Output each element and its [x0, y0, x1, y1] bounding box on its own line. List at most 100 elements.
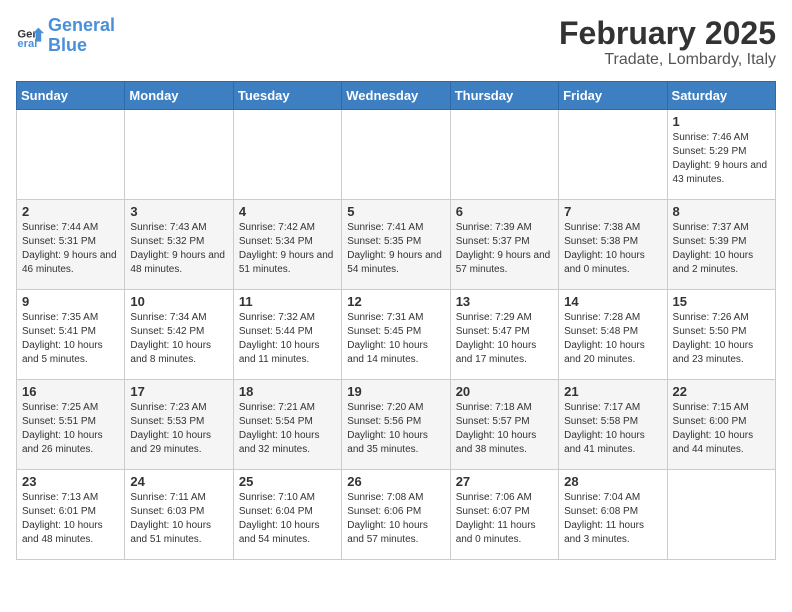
day-info: Sunrise: 7:43 AM Sunset: 5:32 PM Dayligh… [130, 221, 227, 277]
day-info: Sunrise: 7:26 AM Sunset: 5:50 PM Dayligh… [673, 311, 770, 367]
day-info: Sunrise: 7:28 AM Sunset: 5:48 PM Dayligh… [564, 311, 661, 367]
day-cell [667, 470, 775, 560]
day-info: Sunrise: 7:46 AM Sunset: 5:29 PM Dayligh… [673, 131, 770, 187]
day-number: 1 [673, 114, 770, 129]
day-cell: 19 Sunrise: 7:20 AM Sunset: 5:56 PM Dayli… [342, 380, 450, 470]
day-cell: 28 Sunrise: 7:04 AM Sunset: 6:08 PM Dayli… [559, 470, 667, 560]
day-number: 22 [673, 384, 770, 399]
day-info: Sunrise: 7:42 AM Sunset: 5:34 PM Dayligh… [239, 221, 336, 277]
day-cell: 27 Sunrise: 7:06 AM Sunset: 6:07 PM Dayli… [450, 470, 558, 560]
day-cell: 23 Sunrise: 7:13 AM Sunset: 6:01 PM Dayli… [17, 470, 125, 560]
day-cell: 6Sunrise: 7:39 AM Sunset: 5:37 PM Daylig… [450, 200, 558, 290]
day-info: Sunrise: 7:20 AM Sunset: 5:56 PM Dayligh… [347, 401, 444, 457]
day-info: Sunrise: 7:37 AM Sunset: 5:39 PM Dayligh… [673, 221, 770, 277]
day-cell: 20 Sunrise: 7:18 AM Sunset: 5:57 PM Dayli… [450, 380, 558, 470]
day-header-saturday: Saturday [667, 82, 775, 110]
day-number: 19 [347, 384, 444, 399]
day-cell: 17 Sunrise: 7:23 AM Sunset: 5:53 PM Dayli… [125, 380, 233, 470]
day-number: 7 [564, 204, 661, 219]
logo-icon: Gen eral [16, 22, 44, 50]
day-number: 16 [22, 384, 119, 399]
day-cell [342, 110, 450, 200]
day-header-thursday: Thursday [450, 82, 558, 110]
day-number: 21 [564, 384, 661, 399]
day-info: Sunrise: 7:25 AM Sunset: 5:51 PM Dayligh… [22, 401, 119, 457]
logo: Gen eral General Blue [16, 16, 115, 56]
day-cell: 5 Sunrise: 7:41 AM Sunset: 5:35 PM Daylig… [342, 200, 450, 290]
day-number: 9 [22, 294, 119, 309]
day-cell: 11Sunrise: 7:32 AM Sunset: 5:44 PM Dayli… [233, 290, 341, 380]
month-title: February 2025 [559, 16, 776, 51]
day-cell: 16 Sunrise: 7:25 AM Sunset: 5:51 PM Dayli… [17, 380, 125, 470]
day-info: Sunrise: 7:38 AM Sunset: 5:38 PM Dayligh… [564, 221, 661, 277]
svg-text:eral: eral [17, 38, 37, 50]
day-number: 17 [130, 384, 227, 399]
day-info: Sunrise: 7:35 AM Sunset: 5:41 PM Dayligh… [22, 311, 119, 367]
day-number: 4 [239, 204, 336, 219]
day-info: Sunrise: 7:41 AM Sunset: 5:35 PM Dayligh… [347, 221, 444, 277]
day-number: 5 [347, 204, 444, 219]
day-number: 24 [130, 474, 227, 489]
day-info: Sunrise: 7:17 AM Sunset: 5:58 PM Dayligh… [564, 401, 661, 457]
day-cell: 26 Sunrise: 7:08 AM Sunset: 6:06 PM Dayli… [342, 470, 450, 560]
day-header-sunday: Sunday [17, 82, 125, 110]
day-info: Sunrise: 7:06 AM Sunset: 6:07 PM Dayligh… [456, 491, 553, 547]
day-cell: 7 Sunrise: 7:38 AM Sunset: 5:38 PM Daylig… [559, 200, 667, 290]
day-cell: 15 Sunrise: 7:26 AM Sunset: 5:50 PM Dayli… [667, 290, 775, 380]
day-header-friday: Friday [559, 82, 667, 110]
day-info: Sunrise: 7:23 AM Sunset: 5:53 PM Dayligh… [130, 401, 227, 457]
page-header: Gen eral General Blue February 2025 Trad… [16, 16, 776, 69]
day-info: Sunrise: 7:18 AM Sunset: 5:57 PM Dayligh… [456, 401, 553, 457]
day-info: Sunrise: 7:21 AM Sunset: 5:54 PM Dayligh… [239, 401, 336, 457]
week-row-1: 1 Sunrise: 7:46 AM Sunset: 5:29 PM Daylig… [17, 110, 776, 200]
day-number: 8 [673, 204, 770, 219]
day-header-monday: Monday [125, 82, 233, 110]
day-info: Sunrise: 7:10 AM Sunset: 6:04 PM Dayligh… [239, 491, 336, 547]
day-cell: 10Sunrise: 7:34 AM Sunset: 5:42 PM Dayli… [125, 290, 233, 380]
day-cell: 1 Sunrise: 7:46 AM Sunset: 5:29 PM Daylig… [667, 110, 775, 200]
day-cell: 25 Sunrise: 7:10 AM Sunset: 6:04 PM Dayli… [233, 470, 341, 560]
day-cell [17, 110, 125, 200]
day-cell: 4 Sunrise: 7:42 AM Sunset: 5:34 PM Daylig… [233, 200, 341, 290]
day-info: Sunrise: 7:34 AM Sunset: 5:42 PM Dayligh… [130, 311, 227, 367]
week-row-4: 16 Sunrise: 7:25 AM Sunset: 5:51 PM Dayli… [17, 380, 776, 470]
day-info: Sunrise: 7:04 AM Sunset: 6:08 PM Dayligh… [564, 491, 661, 547]
day-info: Sunrise: 7:13 AM Sunset: 6:01 PM Dayligh… [22, 491, 119, 547]
day-number: 27 [456, 474, 553, 489]
day-number: 28 [564, 474, 661, 489]
day-cell: 2 Sunrise: 7:44 AM Sunset: 5:31 PM Daylig… [17, 200, 125, 290]
day-number: 23 [22, 474, 119, 489]
day-number: 26 [347, 474, 444, 489]
day-info: Sunrise: 7:29 AM Sunset: 5:47 PM Dayligh… [456, 311, 553, 367]
calendar-table: SundayMondayTuesdayWednesdayThursdayFrid… [16, 81, 776, 560]
day-info: Sunrise: 7:44 AM Sunset: 5:31 PM Dayligh… [22, 221, 119, 277]
day-number: 15 [673, 294, 770, 309]
day-number: 20 [456, 384, 553, 399]
logo-line1: General [48, 15, 115, 35]
day-cell: 9 Sunrise: 7:35 AM Sunset: 5:41 PM Daylig… [17, 290, 125, 380]
day-info: Sunrise: 7:08 AM Sunset: 6:06 PM Dayligh… [347, 491, 444, 547]
logo-text: General Blue [48, 16, 115, 56]
day-number: 2 [22, 204, 119, 219]
location-title: Tradate, Lombardy, Italy [559, 51, 776, 69]
day-number: 3 [130, 204, 227, 219]
title-area: February 2025 Tradate, Lombardy, Italy [559, 16, 776, 69]
day-header-tuesday: Tuesday [233, 82, 341, 110]
day-cell: 13Sunrise: 7:29 AM Sunset: 5:47 PM Dayli… [450, 290, 558, 380]
day-cell: 21 Sunrise: 7:17 AM Sunset: 5:58 PM Dayli… [559, 380, 667, 470]
week-row-2: 2 Sunrise: 7:44 AM Sunset: 5:31 PM Daylig… [17, 200, 776, 290]
day-cell: 8 Sunrise: 7:37 AM Sunset: 5:39 PM Daylig… [667, 200, 775, 290]
day-number: 25 [239, 474, 336, 489]
week-row-5: 23 Sunrise: 7:13 AM Sunset: 6:01 PM Dayli… [17, 470, 776, 560]
day-cell [125, 110, 233, 200]
day-cell: 22 Sunrise: 7:15 AM Sunset: 6:00 PM Dayli… [667, 380, 775, 470]
logo-line2: Blue [48, 35, 87, 55]
day-info: Sunrise: 7:15 AM Sunset: 6:00 PM Dayligh… [673, 401, 770, 457]
day-cell [233, 110, 341, 200]
day-info: Sunrise: 7:31 AM Sunset: 5:45 PM Dayligh… [347, 311, 444, 367]
day-info: Sunrise: 7:32 AM Sunset: 5:44 PM Dayligh… [239, 311, 336, 367]
week-row-3: 9 Sunrise: 7:35 AM Sunset: 5:41 PM Daylig… [17, 290, 776, 380]
day-cell [450, 110, 558, 200]
days-header-row: SundayMondayTuesdayWednesdayThursdayFrid… [17, 82, 776, 110]
day-cell: 14Sunrise: 7:28 AM Sunset: 5:48 PM Dayli… [559, 290, 667, 380]
